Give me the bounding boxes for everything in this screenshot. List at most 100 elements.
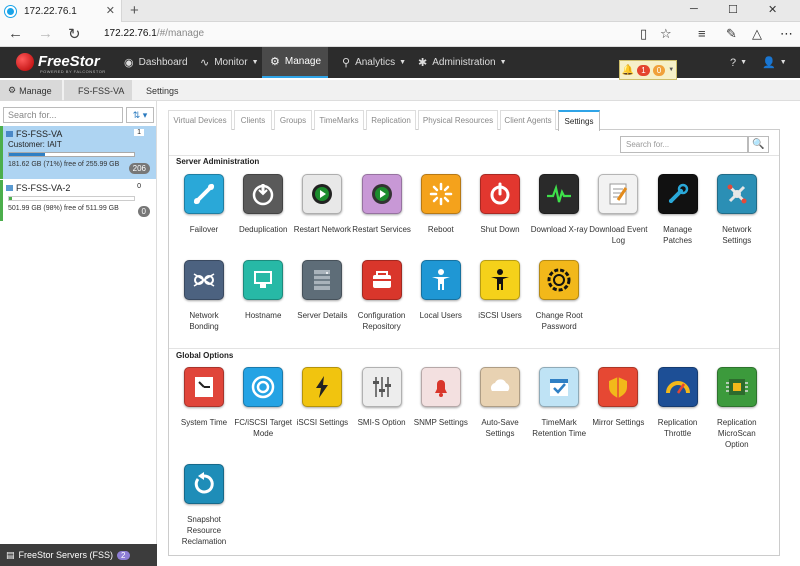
event-log-icon bbox=[598, 174, 639, 214]
tab-replication[interactable]: Replication bbox=[366, 110, 416, 130]
local-users-setting[interactable]: Local Users bbox=[411, 260, 471, 321]
breadcrumb-manage[interactable]: ⚙ Manage bbox=[0, 80, 62, 101]
maximize-icon[interactable]: ☐ bbox=[728, 3, 738, 16]
server-details-setting[interactable]: Server Details bbox=[292, 260, 352, 321]
close-window-icon[interactable]: ✕ bbox=[768, 3, 777, 16]
network-bonding-setting[interactable]: Network Bonding bbox=[174, 260, 234, 332]
failover-setting[interactable]: Failover bbox=[174, 174, 234, 235]
share-icon[interactable]: △ bbox=[752, 26, 762, 42]
nav-manage[interactable]: ⚙ Manage bbox=[262, 47, 328, 78]
breadcrumb-server-label: FS-FSS-VA bbox=[78, 85, 125, 96]
nav-dashboard[interactable]: ◉ Dashboard bbox=[116, 47, 196, 78]
event-log-setting[interactable]: Download Event Log bbox=[588, 174, 648, 246]
tab-settings[interactable]: Settings bbox=[558, 110, 600, 131]
mirror-settings-setting[interactable]: Mirror Settings bbox=[588, 367, 648, 428]
setting-label: Deduplication bbox=[238, 225, 288, 234]
setting-label: Download Event Log bbox=[589, 225, 648, 245]
iscsi-settings-icon bbox=[302, 367, 343, 407]
user-menu[interactable]: 👤 ▼ bbox=[762, 47, 787, 78]
hostname-setting[interactable]: Hostname bbox=[233, 260, 293, 321]
tab-groups[interactable]: Groups bbox=[274, 110, 312, 130]
snmp-settings-setting[interactable]: SNMP Settings bbox=[411, 367, 471, 428]
tab-virtual-devices[interactable]: Virtual Devices bbox=[168, 110, 232, 130]
tab-clients[interactable]: Clients bbox=[234, 110, 272, 130]
restart-services-setting[interactable]: Restart Services bbox=[352, 174, 412, 235]
forward-icon[interactable]: → bbox=[38, 25, 53, 42]
breadcrumb-server[interactable]: FS-FSS-VA bbox=[64, 80, 132, 101]
setting-label: Restart Services bbox=[352, 225, 411, 234]
tab-timemarks[interactable]: TimeMarks bbox=[314, 110, 364, 130]
nav-monitor[interactable]: ∿ Monitor ▼ bbox=[192, 47, 267, 78]
fss-servers-footer[interactable]: ▤ FreeStor Servers (FSS) 2 bbox=[0, 544, 157, 566]
patches-setting[interactable]: Manage Patches bbox=[648, 174, 708, 246]
alerts-dropdown[interactable]: 🔔 1 0 ▼ bbox=[619, 60, 677, 80]
xray-icon bbox=[539, 174, 580, 214]
close-tab-icon[interactable]: ✕ bbox=[106, 4, 115, 17]
settings-search-input[interactable]: Search for... bbox=[620, 136, 748, 153]
failover-icon bbox=[184, 174, 224, 214]
new-tab-icon[interactable]: + bbox=[130, 2, 139, 19]
mirror-settings-icon bbox=[598, 367, 639, 407]
search-button[interactable]: 🔍 bbox=[748, 136, 769, 153]
fss-servers-count: 2 bbox=[117, 550, 130, 560]
logo-subtext: POWERED BY FALCONSTOR bbox=[40, 69, 106, 74]
tab-physical-resources[interactable]: Physical Resources bbox=[418, 110, 498, 130]
server-item-fs-fss-va[interactable]: FS-FSS-VA Customer: IAIT 181.62 GB (71%)… bbox=[0, 126, 156, 179]
network-settings-setting[interactable]: Network Settings bbox=[707, 174, 767, 246]
nav-manage-label: Manage bbox=[284, 56, 322, 67]
nav-analytics[interactable]: ⚲ Analytics ▼ bbox=[334, 47, 414, 78]
reboot-setting[interactable]: Reboot bbox=[411, 174, 471, 235]
tab-client-agents[interactable]: Client Agents bbox=[500, 110, 556, 130]
chevron-down-icon: ▼ bbox=[499, 59, 507, 66]
server-search-input[interactable]: Search for... bbox=[3, 107, 123, 123]
iscsi-users-setting[interactable]: iSCSI Users bbox=[470, 260, 530, 321]
shutdown-icon bbox=[480, 174, 520, 214]
local-users-icon bbox=[420, 260, 461, 300]
analytics-icon: ⚲ bbox=[342, 57, 351, 69]
freestor-logo[interactable]: FreeStor POWERED BY FALCONSTOR bbox=[16, 51, 106, 75]
server-icon bbox=[6, 131, 13, 137]
url-field[interactable]: 172.22.76.1/#/manage bbox=[104, 28, 204, 39]
setting-label: SMI-S Option bbox=[357, 418, 406, 427]
refresh-icon[interactable]: ↻ bbox=[68, 25, 81, 43]
server-administration-header: Server Administration bbox=[176, 157, 260, 166]
smis-option-setting[interactable]: SMI-S Option bbox=[352, 367, 412, 428]
microscan-setting[interactable]: Replication MicroScan Option bbox=[707, 367, 767, 450]
server-item-fs-fss-va-2[interactable]: FS-FSS-VA-2 501.99 GB (98%) free of 511.… bbox=[0, 180, 156, 221]
xray-setting[interactable]: Download X-ray bbox=[529, 174, 589, 235]
reboot-icon bbox=[420, 174, 461, 214]
system-time-setting[interactable]: System Time bbox=[174, 367, 234, 428]
setting-label: iSCSI Users bbox=[478, 311, 522, 320]
deduplication-setting[interactable]: Deduplication bbox=[233, 174, 293, 235]
target-mode-setting[interactable]: FC/iSCSI Target Mode bbox=[233, 367, 293, 439]
more-icon[interactable]: ⋯ bbox=[780, 26, 793, 42]
nav-administration[interactable]: ✱ Administration ▼ bbox=[410, 47, 515, 78]
restart-network-setting[interactable]: Restart Network bbox=[292, 174, 352, 235]
back-icon[interactable]: ← bbox=[8, 25, 23, 42]
nav-administration-label: Administration bbox=[432, 57, 496, 68]
replication-throttle-setting[interactable]: Replication Throttle bbox=[648, 367, 708, 439]
setting-label: Failover bbox=[189, 225, 219, 234]
config-repository-setting[interactable]: Configuration Repository bbox=[352, 260, 412, 332]
favorite-star-icon[interactable]: ☆ bbox=[660, 26, 672, 42]
help-menu[interactable]: ? ▼ bbox=[730, 47, 747, 78]
hub-icon[interactable]: ≡ bbox=[698, 26, 706, 41]
setting-label: TimeMark Retention Time bbox=[532, 418, 587, 438]
setting-label: Reboot bbox=[427, 225, 454, 234]
dashboard-icon: ◉ bbox=[124, 57, 134, 69]
browser-tab[interactable]: 172.22.76.1 ✕ bbox=[0, 0, 122, 22]
minimize-icon[interactable]: ─ bbox=[690, 3, 698, 15]
shutdown-setting[interactable]: Shut Down bbox=[470, 174, 530, 235]
search-icon: 🔍 bbox=[752, 139, 765, 150]
alert-count-orange: 0 bbox=[652, 64, 666, 76]
timemark-retention-setting[interactable]: TimeMark Retention Time bbox=[529, 367, 589, 439]
reading-view-icon[interactable]: ▯ bbox=[640, 26, 647, 42]
snapshot-reclamation-setting[interactable]: Snapshot Resource Reclamation bbox=[174, 464, 234, 547]
web-note-icon[interactable]: ✎ bbox=[726, 26, 737, 42]
root-password-setting[interactable]: Change Root Password bbox=[529, 260, 589, 332]
nav-analytics-label: Analytics bbox=[355, 57, 396, 68]
breadcrumb-settings: Settings bbox=[146, 80, 179, 101]
iscsi-settings-setting[interactable]: iSCSI Settings bbox=[292, 367, 352, 428]
sort-button[interactable]: ⇅ ▾ bbox=[126, 107, 154, 123]
auto-save-setting[interactable]: Auto-Save Settings bbox=[470, 367, 530, 439]
